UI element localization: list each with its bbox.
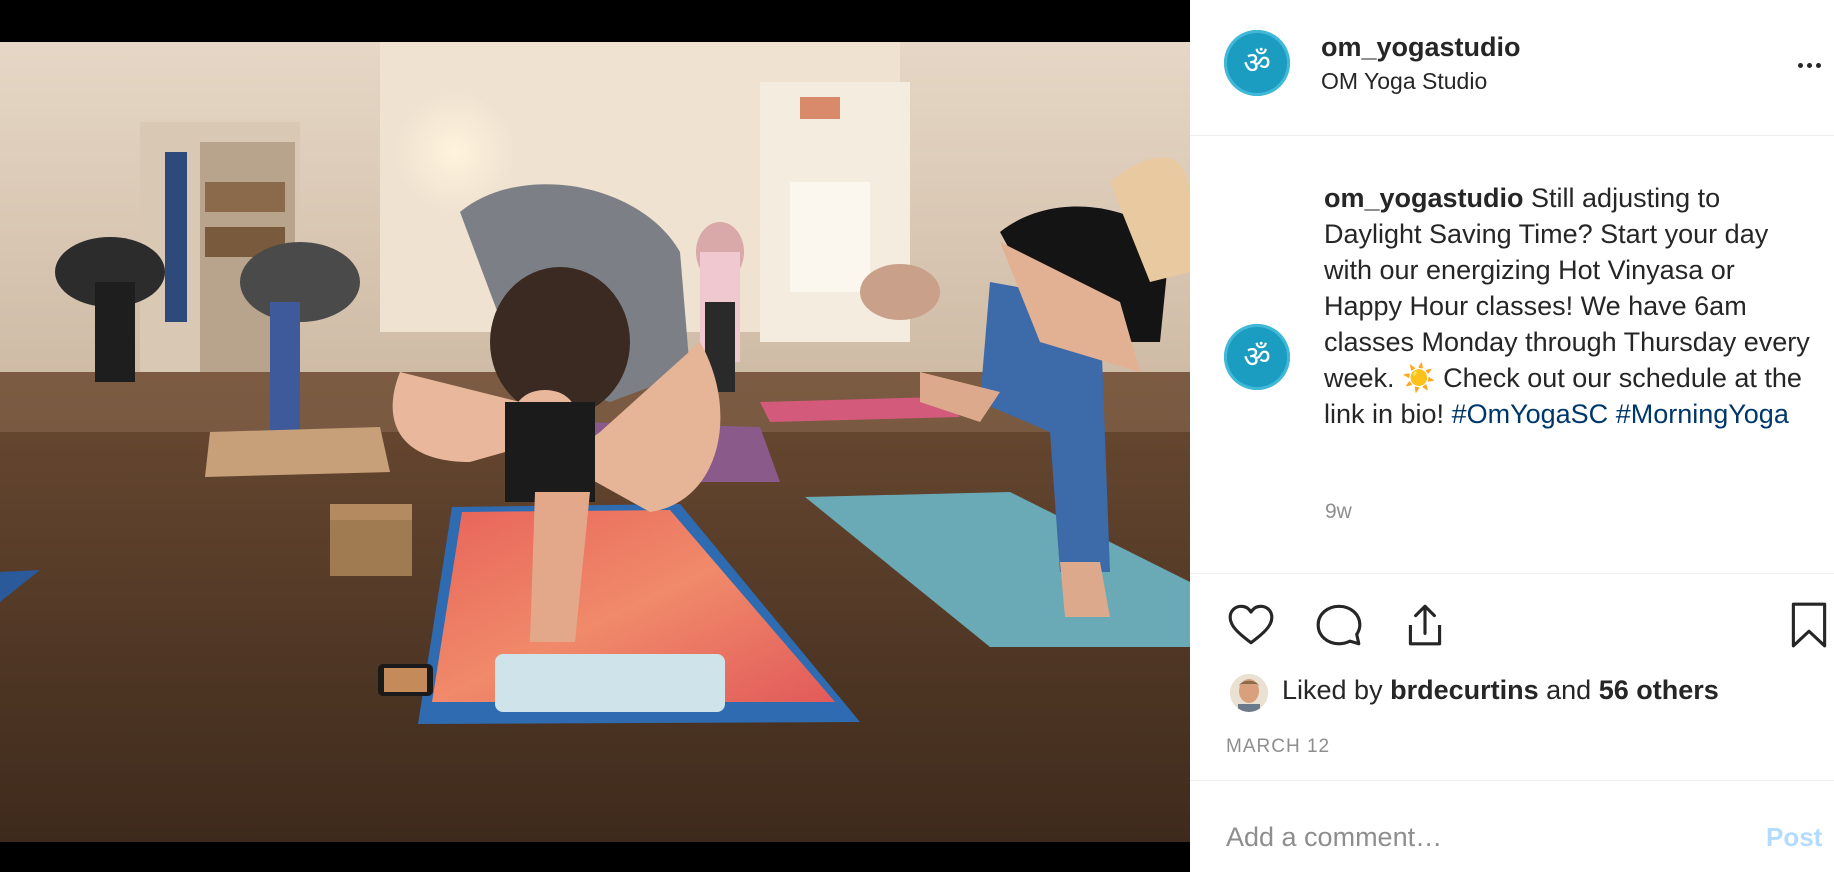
actions-divider: [1190, 573, 1834, 574]
user-face-icon: [1230, 674, 1268, 712]
likes-prefix: Liked by: [1282, 675, 1383, 705]
post-caption: om_yogastudio Still adjusting to Dayligh…: [1324, 180, 1819, 432]
comment-icon[interactable]: [1314, 600, 1364, 650]
post-photo[interactable]: [0, 0, 1190, 872]
bookmark-outline-icon: [1791, 602, 1827, 648]
caption-timestamp[interactable]: 9w: [1325, 500, 1352, 524]
post-username[interactable]: om_yogastudio: [1321, 32, 1521, 63]
svg-text:ॐ: ॐ: [1243, 46, 1270, 81]
share-upload-icon: [1408, 604, 1442, 646]
bookmark-icon[interactable]: [1784, 600, 1834, 650]
om-symbol-icon: ॐ: [1243, 46, 1270, 81]
share-icon[interactable]: [1400, 600, 1450, 650]
post-location[interactable]: OM Yoga Studio: [1321, 68, 1487, 95]
post-date[interactable]: MARCH 12: [1226, 736, 1330, 758]
hashtag-link[interactable]: #MorningYoga: [1616, 399, 1789, 429]
comment-bubble-icon: [1316, 604, 1362, 646]
caption-username[interactable]: om_yogastudio: [1324, 183, 1524, 213]
heart-icon[interactable]: [1226, 600, 1276, 650]
header-divider: [1190, 135, 1834, 136]
caption-text: Still adjusting to Daylight Saving Time?…: [1324, 183, 1810, 393]
svg-text:ॐ: ॐ: [1243, 340, 1270, 375]
heart-outline-icon: [1228, 604, 1274, 645]
more-dot-icon: [1815, 62, 1821, 68]
om-logo-icon[interactable]: ॐ: [1224, 30, 1290, 96]
post-comment-button[interactable]: Post: [1766, 822, 1822, 853]
liker-username[interactable]: brdecurtins: [1390, 675, 1539, 705]
more-dot-icon: [1806, 62, 1812, 68]
om-symbol-icon: ॐ: [1243, 340, 1270, 375]
comment-input[interactable]: [1226, 818, 1706, 856]
likes-and: and: [1546, 675, 1592, 705]
caption-avatar-icon[interactable]: ॐ: [1224, 324, 1290, 390]
more-dot-icon: [1797, 62, 1803, 68]
liker-avatar[interactable]: [1230, 674, 1268, 712]
yoga-class-photo: [0, 42, 1190, 842]
likes-others-link[interactable]: 56 others: [1599, 675, 1719, 705]
post-side-panel: ॐ om_yogastudio OM Yoga Studio ॐ om_yoga…: [1190, 0, 1834, 872]
likes-summary: Liked by brdecurtins and 56 others: [1282, 675, 1719, 706]
hashtag-link[interactable]: #OmYogaSC: [1452, 399, 1609, 429]
comment-divider: [1190, 780, 1834, 781]
sun-emoji-icon: ☀️: [1402, 363, 1436, 393]
more-options-button[interactable]: [1794, 50, 1824, 80]
